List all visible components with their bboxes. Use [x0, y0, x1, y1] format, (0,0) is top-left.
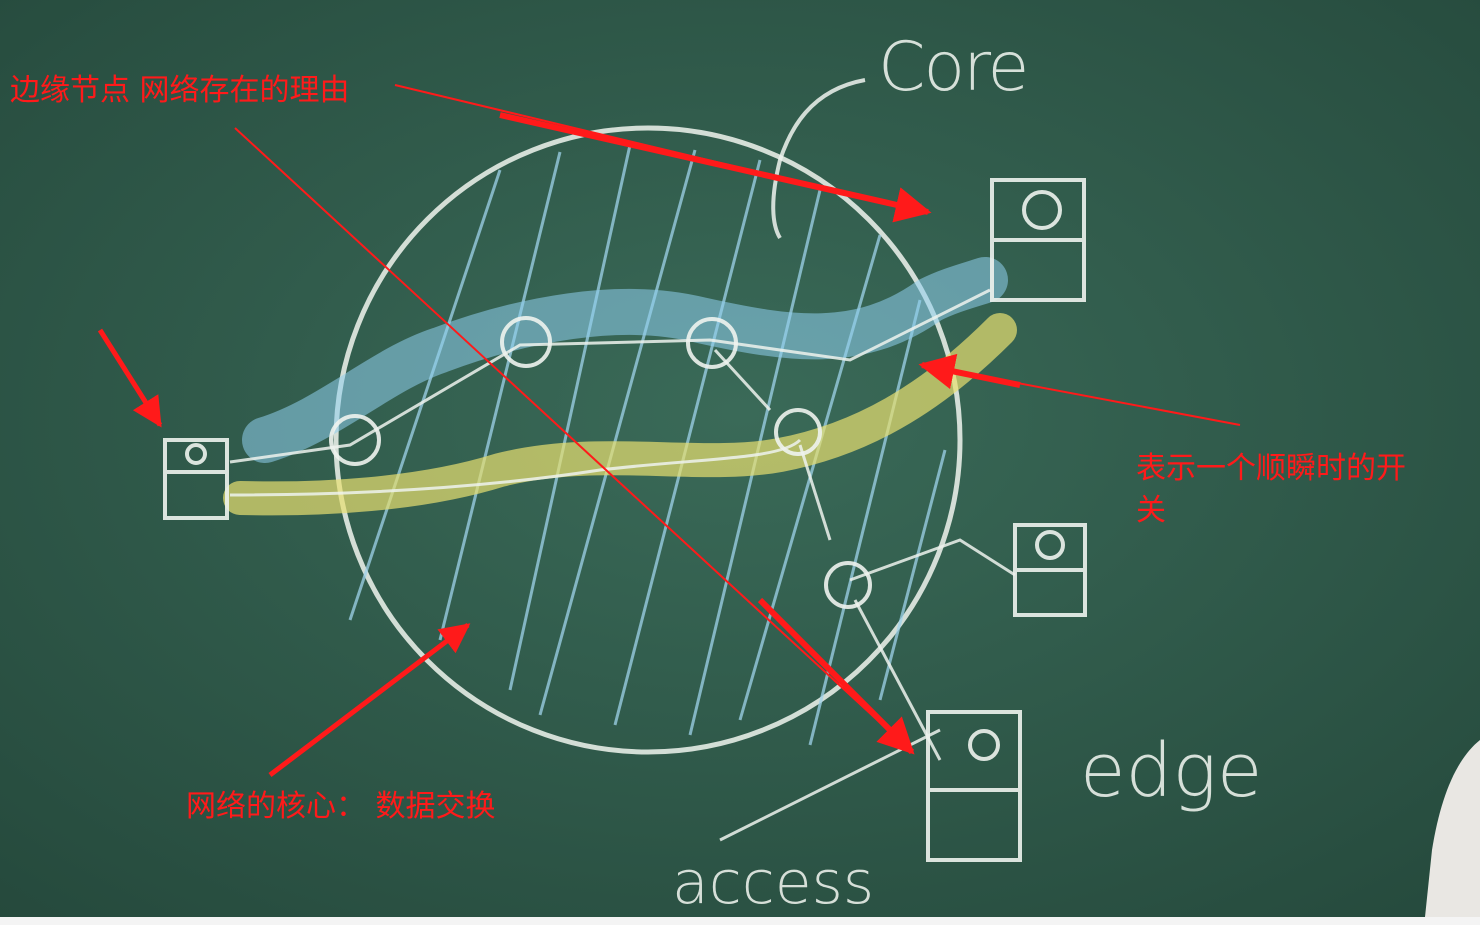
photo-frame: Core edge access 边缘节点 网络存在的理由 表示一个顺瞬时的开 … [0, 0, 1480, 925]
annotation-switch-line1: 表示一个顺瞬时的开 [1136, 451, 1406, 486]
annotation-edge-nodes: 边缘节点 网络存在的理由 [10, 73, 350, 108]
chalk-label-access: access [672, 848, 875, 918]
annotation-network-core: 网络的核心： 数据交换 [186, 789, 496, 824]
annotation-switch-line2: 关 [1136, 493, 1166, 528]
bottom-strip [0, 917, 1480, 925]
chalk-label-edge: edge [1080, 728, 1263, 814]
chalk-label-core: Core [878, 28, 1029, 107]
